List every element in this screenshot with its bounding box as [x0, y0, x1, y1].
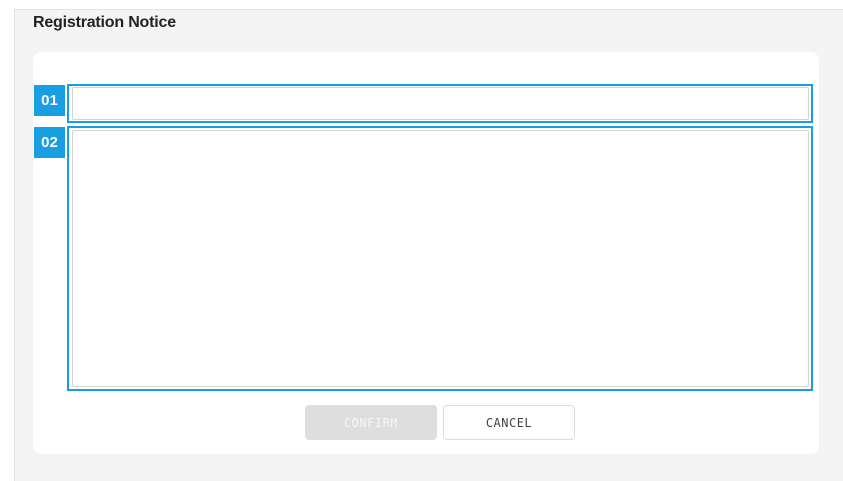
notice-body-textarea[interactable] [72, 130, 809, 387]
confirm-button[interactable]: CONFIRM [305, 405, 437, 440]
annotation-marker-2: 02 [34, 127, 65, 158]
dialog-title: Registration Notice [33, 14, 176, 31]
annotation-marker-1: 01 [34, 85, 65, 116]
cancel-button[interactable]: CANCEL [443, 405, 575, 440]
notice-title-input[interactable] [72, 87, 809, 120]
